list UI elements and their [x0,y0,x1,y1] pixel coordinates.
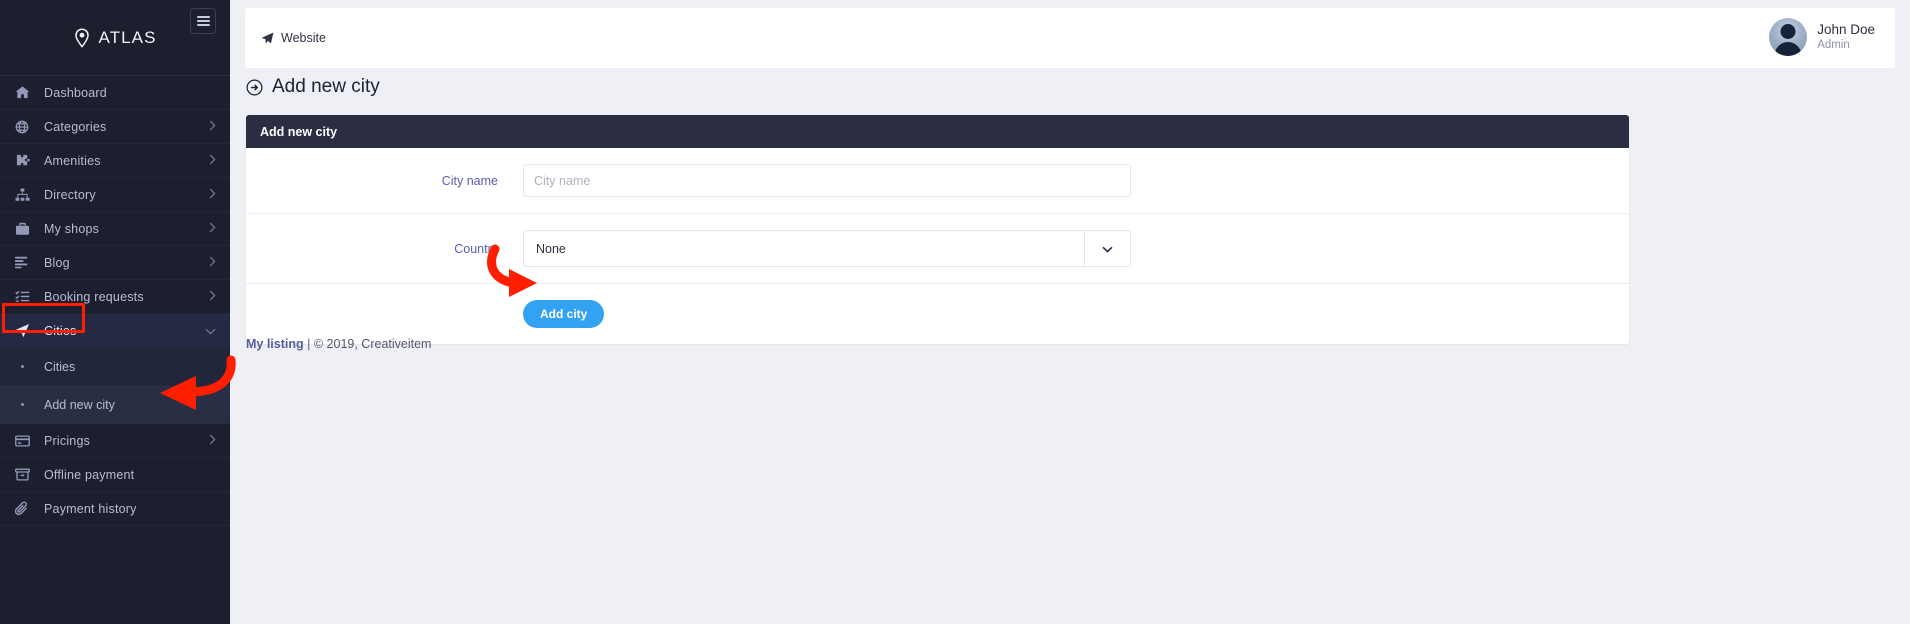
sidebar-submenu-cities: Cities Add new city [0,348,230,424]
chevron-right-icon [209,152,216,170]
page-title-text: Add new city [272,76,380,97]
user-name: John Doe [1817,22,1875,37]
website-link-label: Website [281,31,326,45]
chevron-down-icon [1102,240,1113,258]
map-pin-icon [73,28,91,48]
sidebar: ATLAS Dashboard Categories Amenities Dir… [0,0,230,624]
add-city-button[interactable]: Add city [523,300,605,328]
country-control: None [523,230,1629,267]
sidebar-item-my-shops[interactable]: My shops [0,212,230,246]
chevron-right-icon [209,220,216,238]
chevron-right-icon [209,288,216,306]
sidebar-item-label: My shops [44,221,100,236]
home-icon [0,85,44,100]
chevron-right-icon [209,432,216,450]
chevron-right-icon [209,118,216,136]
city-name-control [523,164,1629,197]
form-row-country: Country None [246,214,1629,284]
footer-separator: | [307,337,311,351]
tasks-list-icon [0,290,44,303]
main-content: Website John Doe Admin Add new city Add … [230,0,1910,624]
briefcase-icon [0,222,44,236]
country-select[interactable]: None [523,230,1131,267]
paper-plane-icon [261,32,274,45]
chevron-down-icon [205,322,216,340]
sidebar-item-blog[interactable]: Blog [0,246,230,280]
archive-icon [0,468,44,481]
sidebar-item-booking-requests[interactable]: Booking requests [0,280,230,314]
city-name-label: City name [441,173,498,188]
sidebar-item-label: Pricings [44,433,91,448]
sidebar-item-dashboard[interactable]: Dashboard [0,76,230,110]
sidebar-item-label: Offline payment [44,467,135,482]
paperclip-icon [0,501,44,516]
bullet-icon [0,365,44,368]
location-arrow-icon [0,323,44,338]
footer-copyright: © 2019, Creativeitem [313,337,432,351]
sidebar-item-cities[interactable]: Cities [0,314,230,348]
sidebar-item-label: Cities [44,323,77,338]
puzzle-icon [0,154,44,168]
sidebar-item-label: Directory [44,187,96,202]
chevron-right-icon [209,254,216,272]
sidebar-item-offline-payment[interactable]: Offline payment [0,458,230,492]
city-name-input[interactable] [523,164,1131,197]
avatar [1769,18,1808,56]
website-link[interactable]: Website [261,31,326,45]
country-label: Country [454,241,498,256]
credit-card-icon [0,434,44,447]
footer: My listing | © 2019, Creativeitem [246,337,431,351]
country-select-value[interactable]: None [523,230,1084,267]
form-row-city-name: City name [246,148,1629,214]
brand-name: ATLAS [98,28,157,47]
sidebar-item-label: Dashboard [44,85,107,100]
submit-control: Add city [523,300,1629,328]
form-row-submit: Add city [246,284,1629,344]
sidebar-item-directory[interactable]: Directory [0,178,230,212]
sidebar-subitem-label: Add new city [44,397,115,412]
sidebar-item-label: Amenities [44,153,101,168]
sidebar-item-label: Booking requests [44,289,144,304]
bullet-icon [0,403,44,406]
sidebar-nav: Dashboard Categories Amenities Directory… [0,76,230,348]
page-title: Add new city [246,76,380,98]
sidebar-item-label: Categories [44,119,107,134]
align-left-icon [0,256,44,269]
sidebar-item-pricings[interactable]: Pricings [0,424,230,458]
sidebar-nav-secondary: Pricings Offline payment Payment history [0,424,230,526]
chevron-right-icon [209,186,216,204]
sidebar-item-label: Payment history [44,501,137,516]
sidebar-subitem-cities[interactable]: Cities [0,348,230,386]
add-new-city-card: Add new city City name Country None [246,115,1629,344]
user-meta: John Doe Admin [1817,22,1875,52]
sidebar-subitem-label: Cities [44,359,76,374]
footer-brand[interactable]: My listing [246,337,304,351]
country-select-toggle[interactable] [1084,230,1131,267]
sidebar-header: ATLAS [0,0,230,76]
top-navigation-bar: Website John Doe Admin [245,8,1895,68]
arrow-circle-right-icon [246,79,263,96]
sidebar-item-amenities[interactable]: Amenities [0,144,230,178]
sidebar-item-categories[interactable]: Categories [0,110,230,144]
user-profile-menu[interactable]: John Doe Admin [1769,18,1875,56]
sitemap-icon [0,187,44,202]
sidebar-subitem-add-new-city[interactable]: Add new city [0,386,230,424]
card-header: Add new city [246,115,1629,148]
sidebar-item-label: Blog [44,255,70,270]
user-role: Admin [1817,39,1850,51]
brand-logo[interactable]: ATLAS [0,28,230,48]
card-header-title: Add new city [260,124,338,139]
sidebar-item-payment-history[interactable]: Payment history [0,492,230,526]
globe-icon [0,120,44,134]
hamburger-icon [196,14,210,29]
